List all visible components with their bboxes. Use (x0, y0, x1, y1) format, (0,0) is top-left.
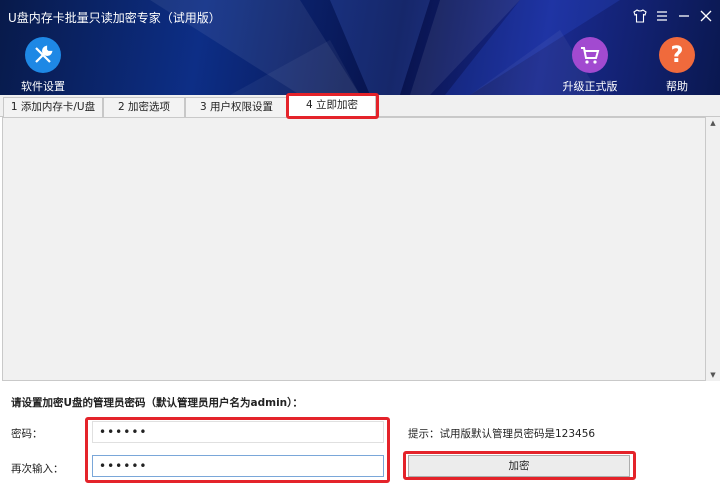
upgrade-label: 升级正式版 (562, 80, 618, 93)
skin-icon[interactable] (632, 9, 648, 25)
cart-icon (572, 37, 608, 73)
tab-encrypt-options[interactable]: 2 加密选项 (103, 97, 185, 117)
confirm-password-field[interactable]: •••••• (92, 455, 384, 477)
tab-encrypt-now[interactable]: 4 立即加密 (288, 95, 376, 118)
hint-text: 提示：试用版默认管理员密码是123456 (408, 428, 596, 440)
confirm-password-label: 再次输入： (11, 463, 64, 475)
tab-user-permissions[interactable]: 3 用户权限设置 (185, 97, 288, 117)
question-icon: ? (659, 37, 695, 73)
menu-icon[interactable] (654, 9, 670, 25)
password-label: 密码： (11, 428, 43, 440)
tab-add-device[interactable]: 1 添加内存卡/U盘 (3, 97, 103, 117)
password-field[interactable]: •••••• (92, 421, 384, 443)
settings-label: 软件设置 (21, 80, 65, 93)
form-instruction: 请设置加密U盘的管理员密码（默认管理员用户名为admin）： (11, 397, 303, 409)
window-title: U盘内存卡批量只读加密专家（试用版） (8, 11, 221, 25)
scroll-up-icon[interactable]: ▲ (708, 119, 718, 127)
help-label: 帮助 (666, 80, 688, 93)
app-header: U盘内存卡批量只读加密专家（试用版） 软件设置 升级正式版 ? 帮助 (0, 0, 720, 95)
settings-button[interactable]: 软件设置 (8, 37, 78, 94)
encrypt-button[interactable]: 加密 (408, 455, 630, 477)
close-icon[interactable] (698, 9, 714, 25)
vertical-scrollbar[interactable]: ▲ ▼ (706, 117, 720, 381)
scroll-down-icon[interactable]: ▼ (708, 371, 718, 379)
help-button[interactable]: ? 帮助 (642, 37, 712, 94)
content-panel (2, 117, 706, 381)
password-form: 请设置加密U盘的管理员密码（默认管理员用户名为admin）： 密码： •••••… (0, 383, 720, 488)
minimize-icon[interactable] (676, 9, 692, 25)
tab-bar: 1 添加内存卡/U盘 2 加密选项 3 用户权限设置 4 立即加密 (0, 95, 720, 118)
wrench-screwdriver-icon (25, 37, 61, 73)
upgrade-button[interactable]: 升级正式版 (555, 37, 625, 94)
